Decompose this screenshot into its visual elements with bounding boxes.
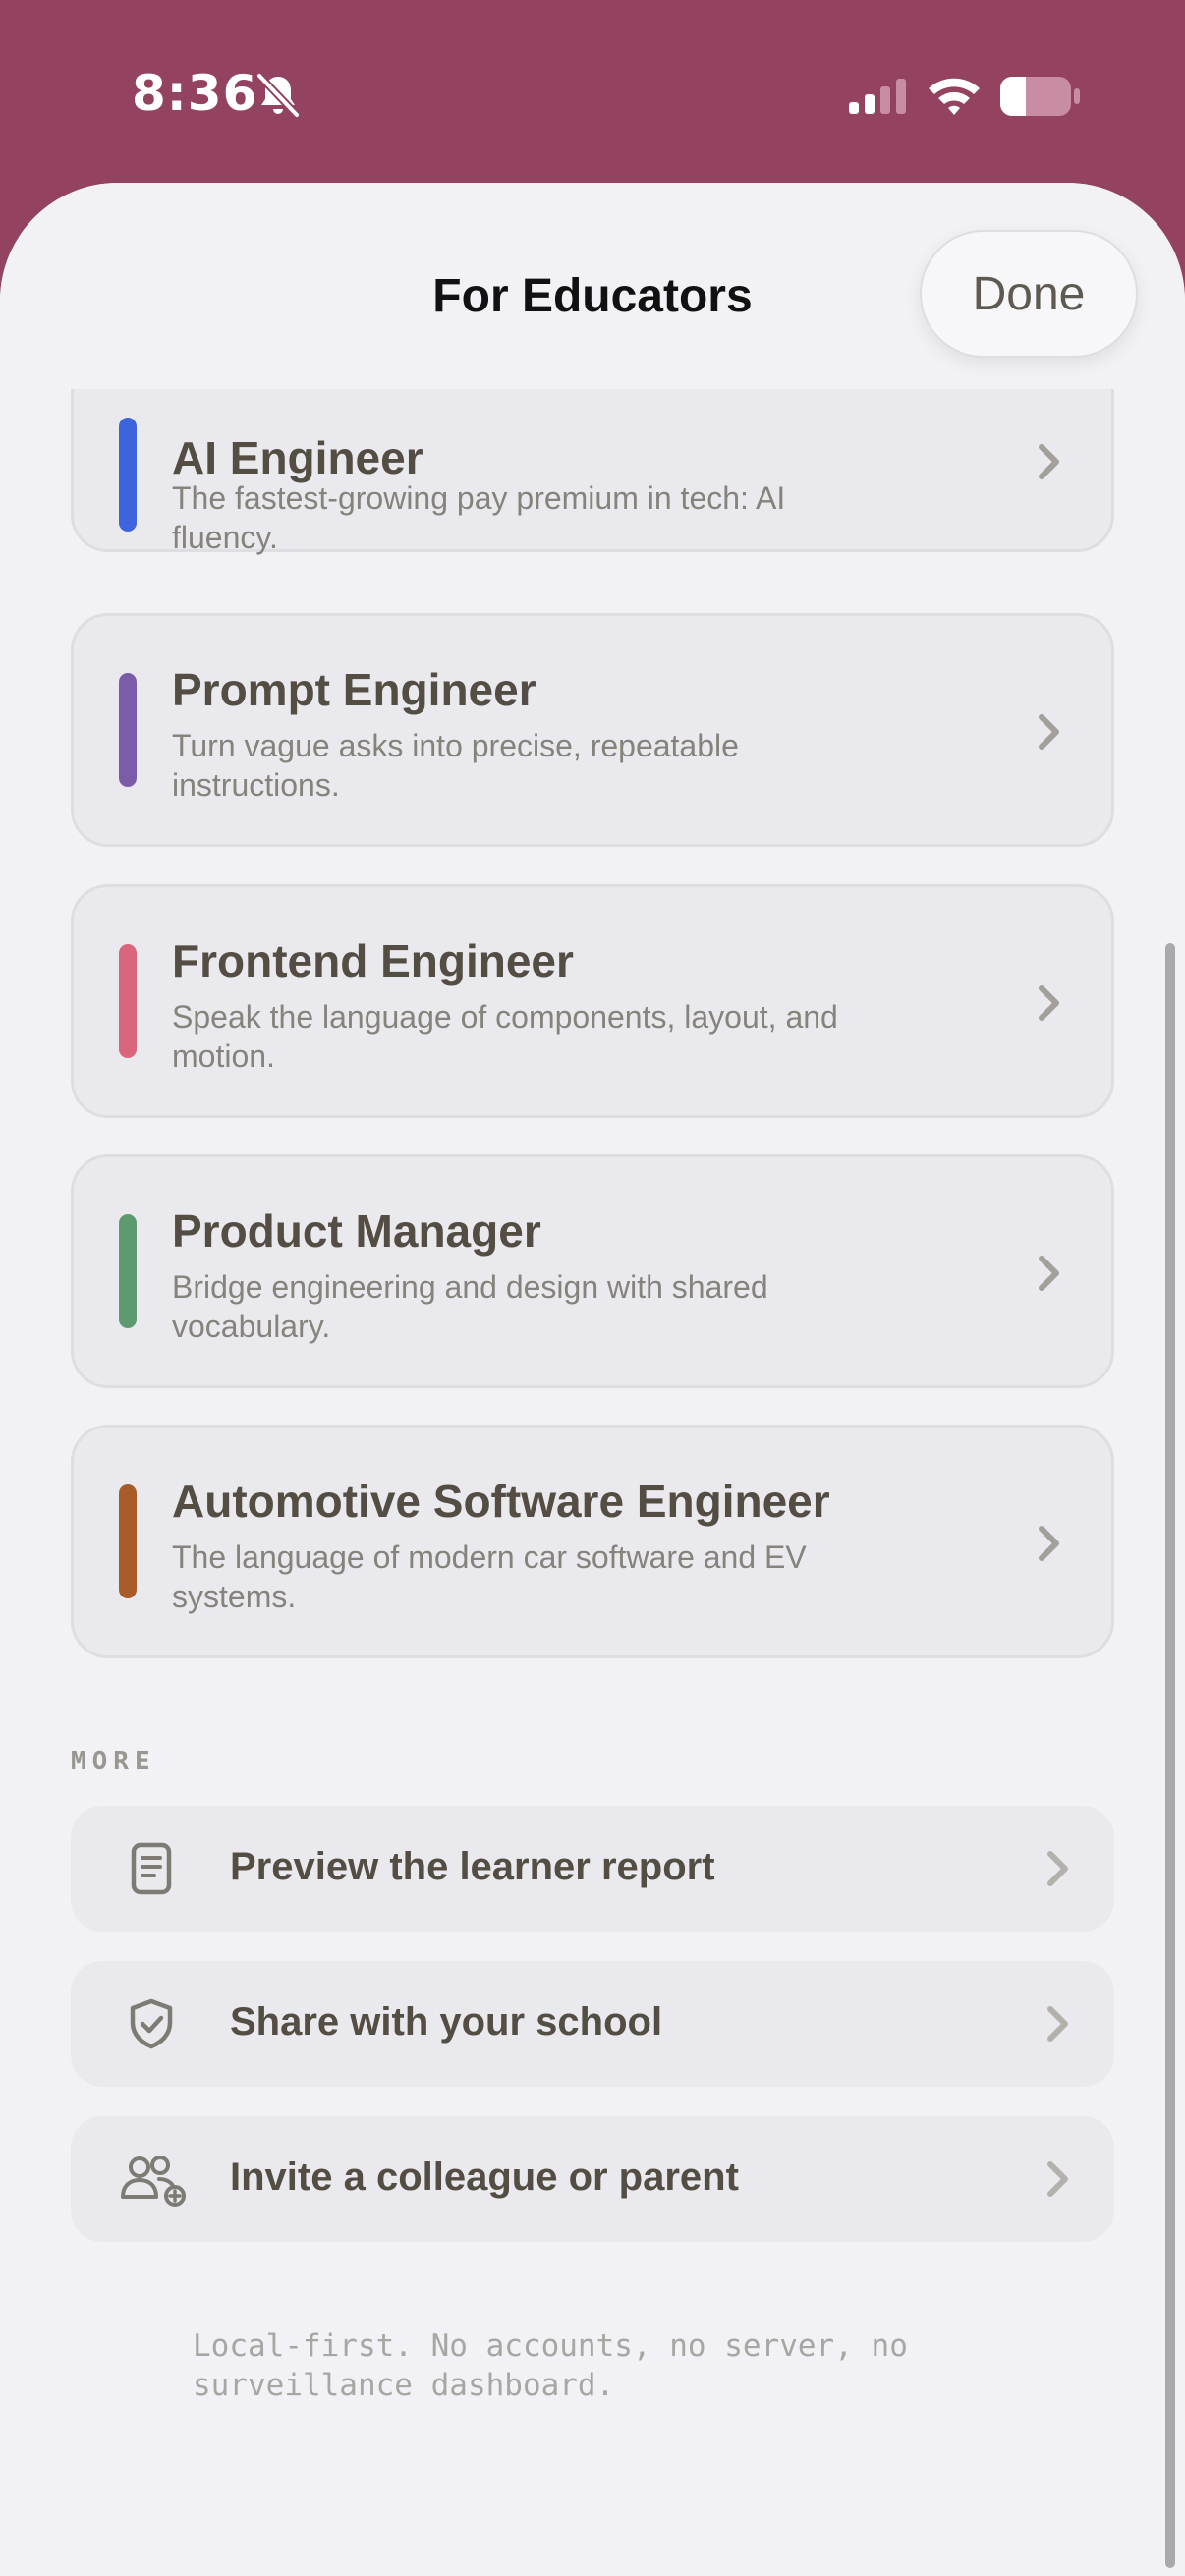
role-description: Speak the language of components, layout… xyxy=(172,999,838,1074)
scrollbar[interactable] xyxy=(1165,943,1175,2568)
status-time: 8:36 xyxy=(132,65,258,122)
cellular-signal-icon xyxy=(849,79,906,114)
role-card-prompt-engineer[interactable]: Prompt Engineer Turn vague asks into pre… xyxy=(71,613,1114,847)
role-description: Bridge engineering and design with share… xyxy=(172,1269,768,1344)
section-label-more: MORE xyxy=(71,1747,156,1776)
role-accent-bar xyxy=(119,1214,137,1328)
role-accent-bar xyxy=(119,944,137,1058)
done-button[interactable]: Done xyxy=(920,230,1138,358)
chevron-right-icon xyxy=(1047,2006,1068,2042)
bell-slash-icon xyxy=(255,72,301,119)
role-title: Product Manager xyxy=(172,1205,541,1257)
chevron-right-icon xyxy=(1039,985,1059,1021)
chevron-right-icon xyxy=(1047,1851,1068,1886)
status-bar: 8:36 xyxy=(0,0,1185,187)
role-accent-bar xyxy=(119,1484,137,1598)
chevron-right-icon xyxy=(1039,444,1059,479)
chevron-right-icon xyxy=(1039,1256,1059,1291)
role-card-frontend-engineer[interactable]: Frontend Engineer Speak the language of … xyxy=(71,884,1114,1118)
shield-check-icon xyxy=(130,1998,173,2049)
people-add-icon xyxy=(121,2156,186,2207)
battery-icon xyxy=(1000,77,1080,116)
footer-note: Local-first. No accounts, no server, no … xyxy=(193,2328,908,2403)
share-with-school-row[interactable]: Share with your school xyxy=(71,1961,1114,2087)
role-title: Prompt Engineer xyxy=(172,664,536,715)
sheet-header: For Educators Done xyxy=(0,183,1185,389)
more-item-label: Share with your school xyxy=(230,2000,663,2044)
role-card-automotive-software-engineer[interactable]: Automotive Software Engineer The languag… xyxy=(71,1425,1114,1658)
more-item-label: Preview the learner report xyxy=(230,1845,715,1888)
role-description: Turn vague asks into precise, repeatable… xyxy=(172,728,739,803)
chevron-right-icon xyxy=(1039,1526,1059,1561)
chevron-right-icon xyxy=(1047,2161,1068,2197)
educators-sheet: AI Engineer The fastest-growing pay prem… xyxy=(0,183,1185,2576)
invite-colleague-row[interactable]: Invite a colleague or parent xyxy=(71,2116,1114,2242)
role-title: AI Engineer xyxy=(172,432,423,483)
role-title: Frontend Engineer xyxy=(172,935,574,986)
wifi-icon xyxy=(929,78,980,115)
document-icon xyxy=(131,1842,172,1895)
role-description: The fastest-growing pay premium in tech:… xyxy=(172,480,786,555)
role-accent-bar xyxy=(119,418,137,532)
more-item-label: Invite a colleague or parent xyxy=(230,2156,739,2199)
chevron-right-icon xyxy=(1039,714,1059,750)
role-description: The language of modern car software and … xyxy=(172,1540,807,1614)
preview-learner-report-row[interactable]: Preview the learner report xyxy=(71,1806,1114,1932)
role-title: Automotive Software Engineer xyxy=(172,1476,830,1527)
role-accent-bar xyxy=(119,673,137,787)
role-card-product-manager[interactable]: Product Manager Bridge engineering and d… xyxy=(71,1154,1114,1388)
